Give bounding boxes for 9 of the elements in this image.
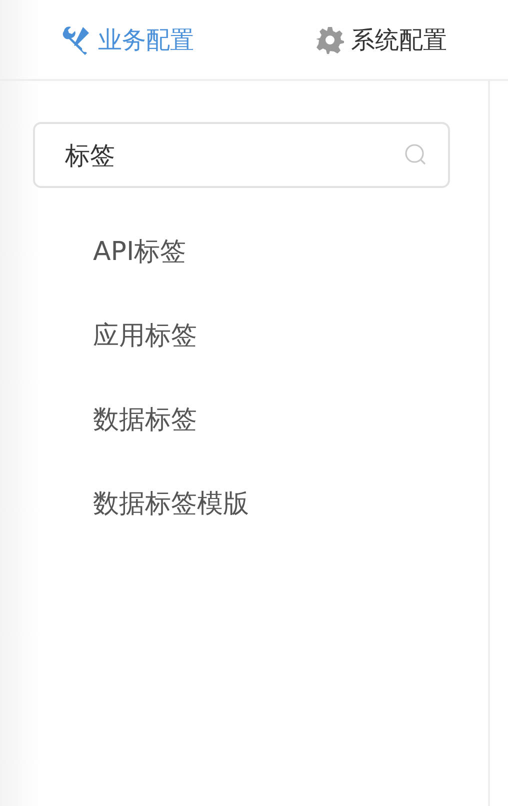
menu-item[interactable]: 数据标签 [93, 378, 197, 462]
search-icon [404, 143, 428, 167]
tab[interactable]: 系统配置 [316, 22, 447, 58]
gear-icon [316, 26, 344, 54]
menu-item[interactable]: API标签 [93, 210, 186, 294]
menu-item[interactable]: 数据标签模版 [93, 462, 249, 546]
menu-item[interactable]: 应用标签 [93, 294, 197, 378]
search-field[interactable]: 标签 [33, 122, 450, 188]
tools-icon [61, 24, 91, 54]
